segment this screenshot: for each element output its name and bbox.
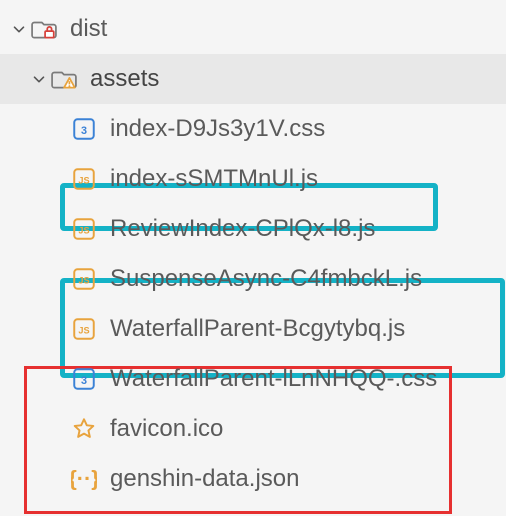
tree-item-label: index-sSMTMnUl.js	[110, 165, 318, 193]
js-icon	[70, 215, 98, 243]
tree-item-file[interactable]: SuspenseAsync-C4fmbckL.js	[0, 254, 506, 304]
tree-item-label: ReviewIndex-CPlQx-l8.js	[110, 215, 375, 243]
css-icon	[70, 115, 98, 143]
tree-item-label: WaterfallParent-Bcgytybq.js	[110, 315, 405, 343]
tree-item-file[interactable]: index-D9Js3y1V.css	[0, 104, 506, 154]
star-icon	[70, 415, 98, 443]
tree-item-file[interactable]: favicon.ico	[0, 404, 506, 454]
tree-item-label: WaterfallParent-lLnNHQQ-.css	[110, 365, 437, 393]
tree-item-label: index-D9Js3y1V.css	[110, 115, 325, 143]
folder-locked-icon	[30, 15, 58, 43]
tree-item-file[interactable]: genshin-data.json	[0, 454, 506, 504]
chevron-down-icon	[28, 68, 50, 90]
tree-item-label: genshin-data.json	[110, 465, 299, 493]
file-tree: dist assets index-D9Js3y1V.css index-sSM…	[0, 0, 506, 516]
tree-item-assets[interactable]: assets	[0, 54, 506, 104]
json-icon	[70, 465, 98, 493]
js-icon	[70, 265, 98, 293]
js-icon	[70, 315, 98, 343]
tree-item-file[interactable]: index-sSMTMnUl.js	[0, 154, 506, 204]
tree-item-file[interactable]: ReviewIndex-CPlQx-l8.js	[0, 204, 506, 254]
tree-item-file[interactable]: WaterfallParent-lLnNHQQ-.css	[0, 354, 506, 404]
tree-item-dist[interactable]: dist	[0, 4, 506, 54]
chevron-down-icon	[8, 18, 30, 40]
tree-item-label: dist	[70, 15, 107, 43]
folder-warn-icon	[50, 65, 78, 93]
tree-item-file[interactable]: WaterfallParent-Bcgytybq.js	[0, 304, 506, 354]
js-icon	[70, 165, 98, 193]
tree-item-file[interactable]: index.html	[0, 504, 506, 516]
tree-item-label: SuspenseAsync-C4fmbckL.js	[110, 265, 422, 293]
css-icon	[70, 365, 98, 393]
tree-item-label: favicon.ico	[110, 415, 223, 443]
tree-item-label: assets	[90, 65, 159, 93]
